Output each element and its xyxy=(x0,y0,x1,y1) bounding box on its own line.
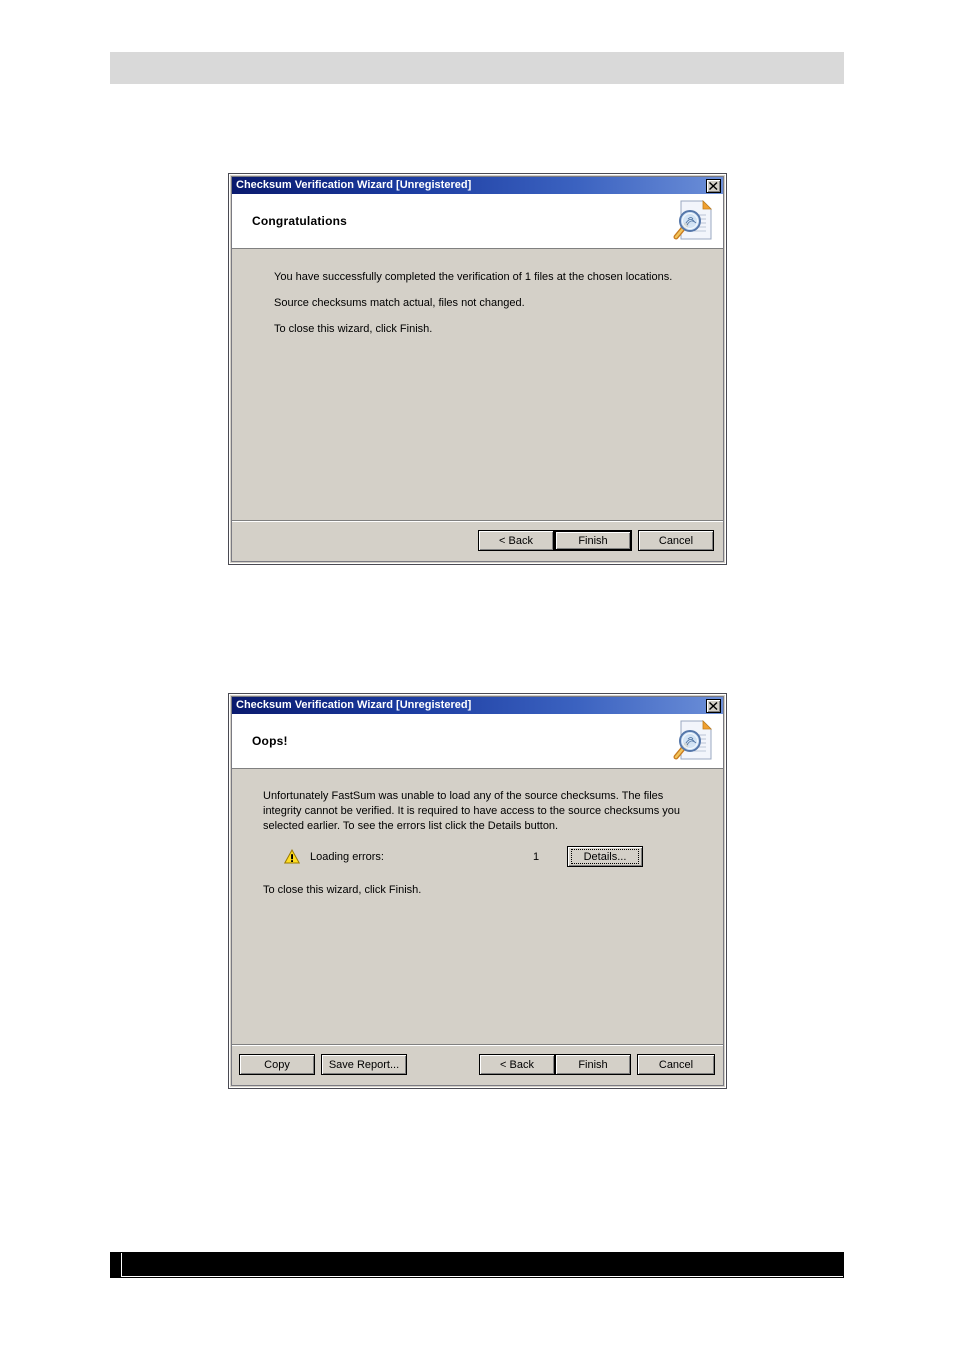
error-paragraph: Unfortunately FastSum was unable to load… xyxy=(263,790,680,832)
wizard-body: Unfortunately FastSum was unable to load… xyxy=(232,769,723,1085)
wizard-header: Congratulations xyxy=(232,194,723,248)
warning-triangle-icon xyxy=(284,849,300,864)
details-button[interactable]: Details... xyxy=(567,846,643,867)
congratulations-dialog: Checksum Verification Wizard [Unregister… xyxy=(228,173,727,565)
body-line-2: Source checksums match actual, files not… xyxy=(274,297,525,309)
footer-inner-rule xyxy=(121,1253,843,1277)
wizard-heading: Congratulations xyxy=(252,213,347,228)
close-button[interactable] xyxy=(706,178,721,193)
document-magnifier-icon xyxy=(667,718,715,764)
page-footer-bar xyxy=(110,1252,844,1278)
cancel-button[interactable]: Cancel xyxy=(638,530,714,551)
window-title: Checksum Verification Wizard [Unregister… xyxy=(236,179,472,191)
closing-line: To close this wizard, click Finish. xyxy=(263,884,422,896)
close-button[interactable] xyxy=(706,698,721,713)
body-line-3: To close this wizard, click Finish. xyxy=(274,323,433,335)
dialog-inner-frame: Checksum Verification Wizard [Unregister… xyxy=(231,696,724,1086)
wizard-header: Oops! xyxy=(232,714,723,768)
finish-button[interactable]: Finish xyxy=(555,1054,631,1075)
titlebar: Checksum Verification Wizard [Unregister… xyxy=(232,177,723,194)
wizard-body: You have successfully completed the veri… xyxy=(232,249,723,561)
finish-button[interactable]: Finish xyxy=(554,530,632,551)
document-magnifier-icon xyxy=(667,198,715,244)
save-report-button[interactable]: Save Report... xyxy=(321,1054,407,1075)
dialog-inner-frame: Checksum Verification Wizard [Unregister… xyxy=(231,176,724,562)
wizard-heading: Oops! xyxy=(252,733,288,748)
loading-errors-label: Loading errors: xyxy=(310,850,384,863)
oops-dialog: Checksum Verification Wizard [Unregister… xyxy=(228,693,727,1089)
button-strip: < Back Finish Cancel xyxy=(232,520,723,561)
copy-button[interactable]: Copy xyxy=(239,1054,315,1075)
body-line-1: You have successfully completed the veri… xyxy=(274,271,673,283)
cancel-button[interactable]: Cancel xyxy=(637,1054,715,1075)
page-header-bar xyxy=(110,52,844,84)
close-x-icon xyxy=(709,701,718,710)
loading-errors-count: 1 xyxy=(533,851,540,863)
back-button[interactable]: < Back xyxy=(479,1054,555,1075)
back-button[interactable]: < Back xyxy=(478,530,554,551)
button-strip: Copy Save Report... < Back Finish Cancel xyxy=(232,1044,723,1085)
window-title: Checksum Verification Wizard [Unregister… xyxy=(236,699,472,711)
close-x-icon xyxy=(709,181,718,190)
loading-errors-row: Loading errors: xyxy=(284,849,384,864)
titlebar: Checksum Verification Wizard [Unregister… xyxy=(232,697,723,714)
